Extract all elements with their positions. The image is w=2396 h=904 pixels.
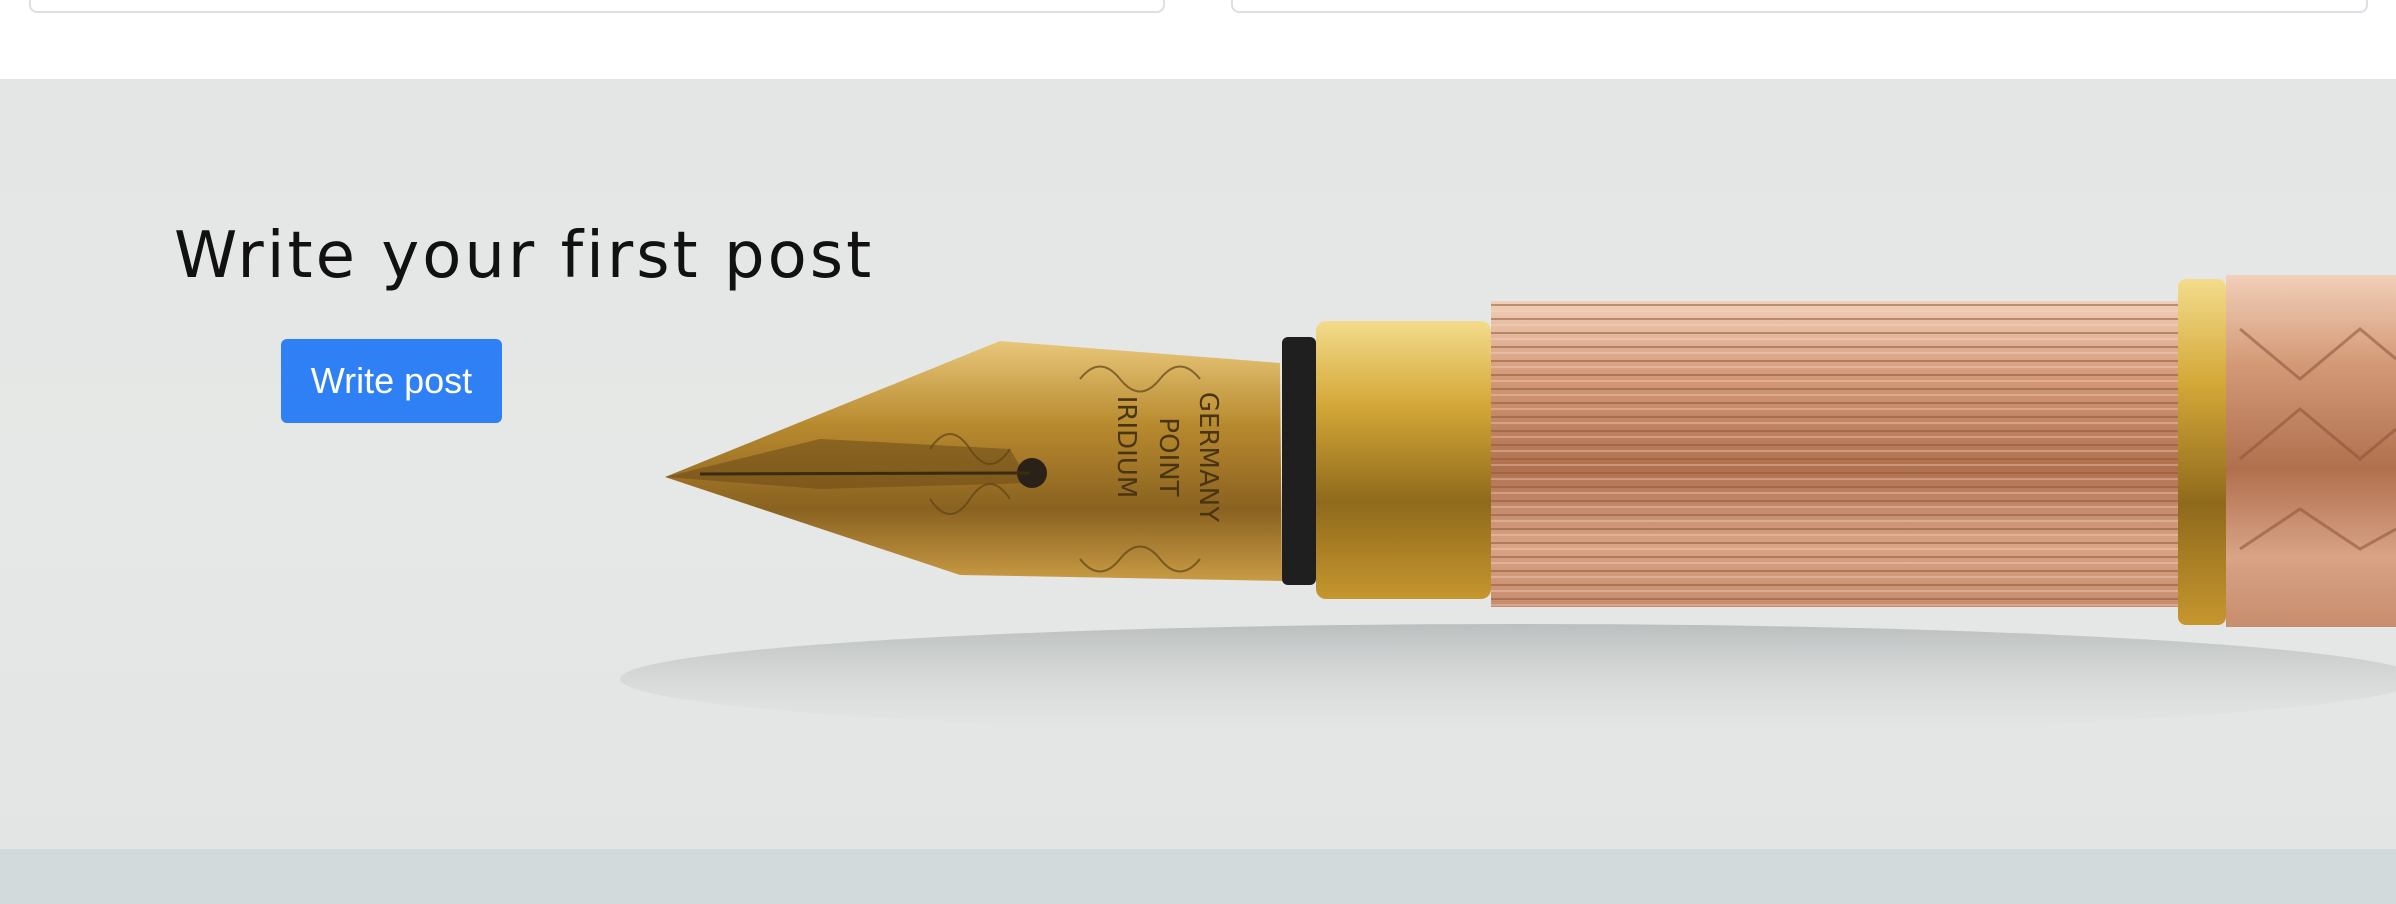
hero-title: Write your first post [174,219,875,293]
engraving-germany: GERMANY [1193,392,1223,522]
engraving-iridium: IRIDIUM [1111,396,1141,499]
fountain-pen-image: IRIDIUM POINT GERMANY [620,275,2396,734]
write-post-button[interactable]: Write post [281,339,502,423]
footer-band [0,849,2396,904]
card-left[interactable] [29,0,1165,13]
hero-section: IRIDIUM POINT GERMANY Write your first p… [0,79,2396,849]
card-right[interactable] [1231,0,2368,13]
top-card-row [0,0,2396,79]
engraving-point: POINT [1153,417,1183,496]
page: IRIDIUM POINT GERMANY Write your first p… [0,0,2396,904]
